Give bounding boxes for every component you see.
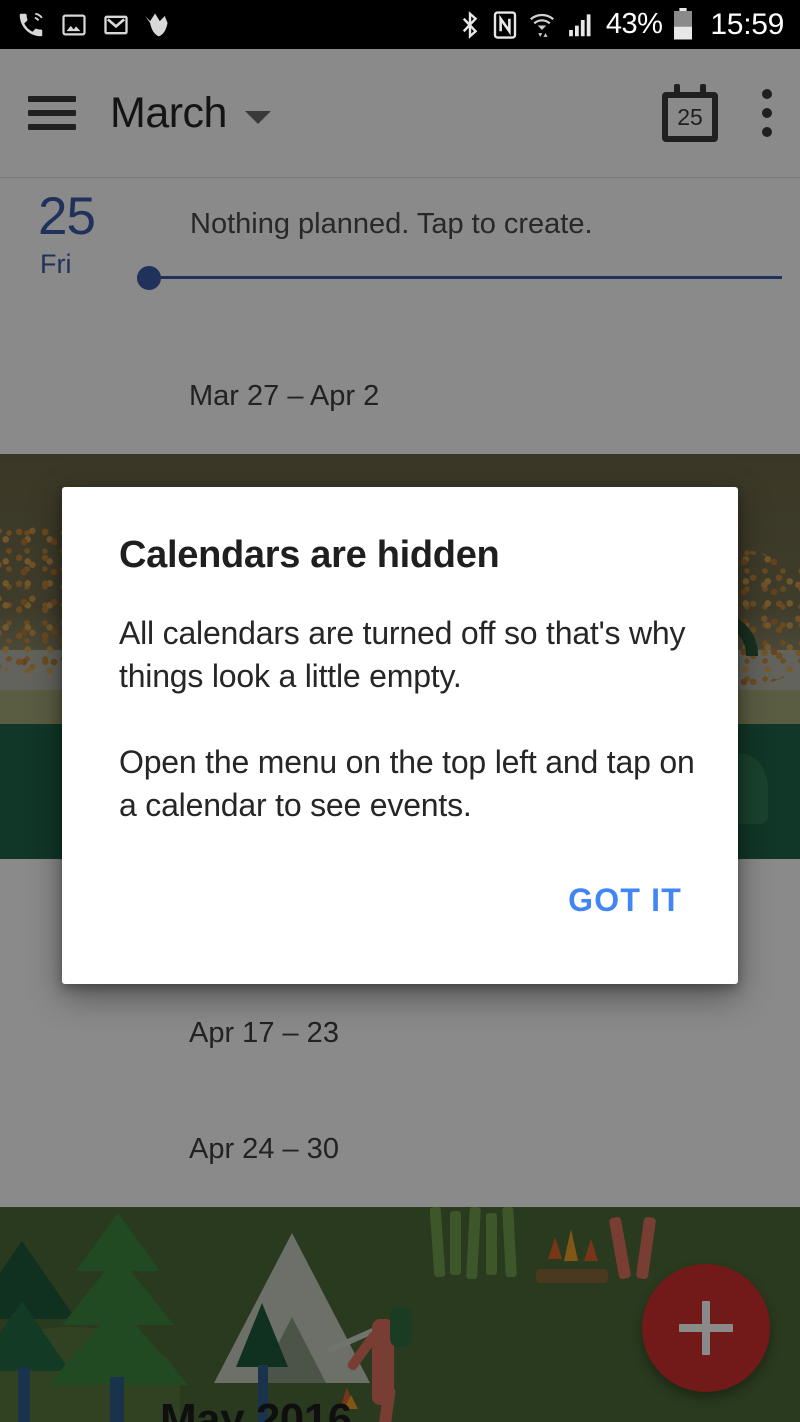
nfc-icon [493, 10, 517, 39]
dialog-body: All calendars are turned off so that's w… [119, 612, 699, 827]
screenshot-image-icon [62, 14, 86, 35]
bluetooth-icon [462, 10, 478, 39]
dialog-title: Calendars are hidden [119, 534, 500, 576]
phone-screen: 43% 15:59 March 25 25 Fri Nothing planne… [0, 0, 800, 1422]
battery-icon [674, 8, 693, 40]
status-bar-clock: 15:59 [710, 7, 784, 41]
dialog-actions: GOT IT [558, 874, 692, 927]
dialog-paragraph-2: Open the menu on the top left and tap on… [119, 744, 695, 823]
got-it-button[interactable]: GOT IT [558, 874, 692, 927]
gmail-icon [104, 15, 128, 34]
wifi-icon [529, 13, 554, 37]
status-bar-right-icons: 43% 15:59 [458, 8, 784, 42]
calendars-hidden-dialog: Calendars are hidden All calendars are t… [62, 487, 738, 984]
status-bar-left-icons [16, 10, 174, 40]
battery-percent-label: 43% [605, 8, 663, 40]
wifi-calling-icon [19, 12, 43, 36]
dialog-paragraph-1: All calendars are turned off so that's w… [119, 615, 686, 694]
status-bar: 43% 15:59 [0, 0, 800, 49]
crown-icon [145, 12, 168, 36]
cellular-signal-icon [569, 13, 591, 36]
